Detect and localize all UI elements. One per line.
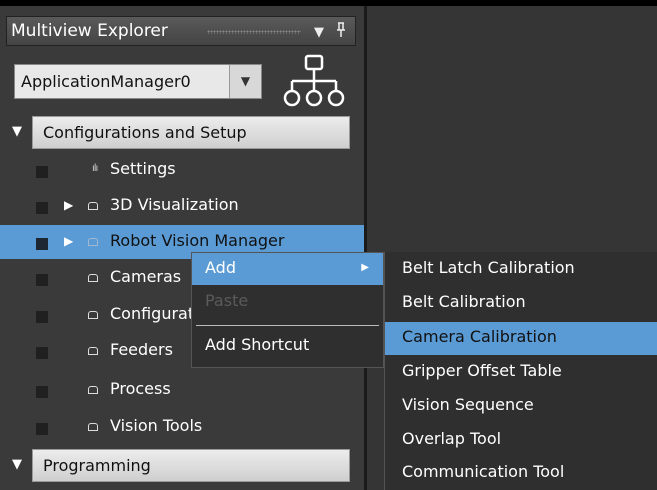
tree-item-label: 3D Visualization: [110, 195, 239, 214]
folder-icon: [88, 274, 98, 282]
menu-item-label: Paste: [205, 291, 249, 310]
folder-icon: [88, 386, 98, 394]
tree-item-label: Vision Tools: [110, 416, 203, 435]
submenu-item-overlap-tool[interactable]: Overlap Tool: [385, 424, 657, 457]
panel-title: Multiview Explorer: [11, 21, 168, 41]
group-programming[interactable]: ▼ Programming: [12, 449, 350, 482]
submenu-item-gripper-offset-table[interactable]: Gripper Offset Table: [385, 356, 657, 389]
submenu-item-label: Belt Latch Calibration: [402, 258, 575, 277]
triangle-right-icon[interactable]: ▶: [64, 234, 73, 248]
folder-icon: [88, 202, 98, 210]
tree-item-label: Settings: [110, 159, 176, 178]
settings-icon: ılı: [92, 163, 98, 174]
triangle-down-icon[interactable]: ▼: [12, 457, 22, 472]
submenu-item-label: Vision Sequence: [402, 395, 534, 414]
triangle-right-icon[interactable]: ▶: [64, 198, 73, 212]
submenu-item-vision-sequence[interactable]: Vision Sequence: [385, 390, 657, 423]
tree-item-label: Robot Vision Manager: [110, 231, 285, 250]
tree-item-3d-visualization[interactable]: ▶ 3D Visualization: [0, 189, 364, 223]
triangle-down-icon[interactable]: ▼: [12, 124, 22, 139]
drag-grip[interactable]: [207, 30, 301, 34]
submenu-item-label: Belt Calibration: [402, 292, 526, 311]
application-selector[interactable]: ApplicationManager0 ▼: [14, 64, 262, 99]
status-square: [36, 274, 48, 286]
submenu-item-communication-tool[interactable]: Communication Tool: [385, 457, 657, 490]
status-square: [36, 166, 48, 178]
tree-item-settings[interactable]: ılı Settings: [0, 153, 364, 187]
group-label: Configurations and Setup: [43, 123, 247, 142]
folder-icon: [88, 423, 98, 431]
menu-item-label: Add: [205, 258, 236, 277]
status-square: [36, 202, 48, 214]
triangle-down-icon[interactable]: ▼: [314, 26, 324, 39]
application-selector-value: ApplicationManager0: [21, 72, 191, 91]
status-square: [36, 347, 48, 359]
folder-icon: [88, 311, 98, 319]
submenu-item-label: Overlap Tool: [402, 429, 502, 448]
status-square: [36, 386, 48, 398]
pin-icon[interactable]: [336, 22, 346, 41]
chevron-right-icon: ▶: [361, 262, 369, 273]
submenu-item-belt-calibration[interactable]: Belt Calibration: [385, 287, 657, 320]
tree-item-vision-tools[interactable]: Vision Tools: [0, 410, 364, 444]
context-menu: Add ▶ Paste Add Shortcut: [191, 252, 384, 368]
menu-separator: [196, 325, 379, 326]
chevron-down-icon[interactable]: ▼: [229, 65, 261, 98]
menu-item-paste: Paste: [192, 286, 383, 318]
submenu-item-label: Communication Tool: [402, 462, 565, 481]
tree-item-label: Process: [110, 379, 171, 398]
menu-item-add-shortcut[interactable]: Add Shortcut: [192, 330, 383, 362]
group-bar[interactable]: Configurations and Setup: [32, 116, 350, 149]
submenu-item-camera-calibration[interactable]: Camera Calibration: [385, 322, 657, 355]
group-configurations[interactable]: ▼ Configurations and Setup: [12, 116, 350, 149]
folder-icon: [88, 347, 98, 355]
status-square: [36, 238, 48, 250]
menu-item-add[interactable]: Add ▶: [192, 253, 383, 285]
group-bar[interactable]: Programming: [32, 449, 350, 482]
tree-item-process[interactable]: Process: [0, 373, 364, 407]
tree-item-label: Cameras: [110, 267, 182, 286]
panel-header: Multiview Explorer ▼: [6, 16, 356, 46]
submenu-item-label: Camera Calibration: [402, 327, 557, 346]
group-label: Programming: [43, 456, 151, 475]
submenu-item-belt-latch-calibration[interactable]: Belt Latch Calibration: [385, 253, 657, 286]
add-submenu: Belt Latch Calibration Belt Calibration …: [384, 252, 657, 490]
folder-icon: [88, 238, 98, 246]
submenu-item-label: Gripper Offset Table: [402, 361, 562, 380]
hierarchy-icon[interactable]: [282, 54, 346, 112]
status-square: [36, 423, 48, 435]
menu-item-label: Add Shortcut: [205, 335, 310, 354]
tree-item-label: Feeders: [110, 340, 173, 359]
status-square: [36, 311, 48, 323]
